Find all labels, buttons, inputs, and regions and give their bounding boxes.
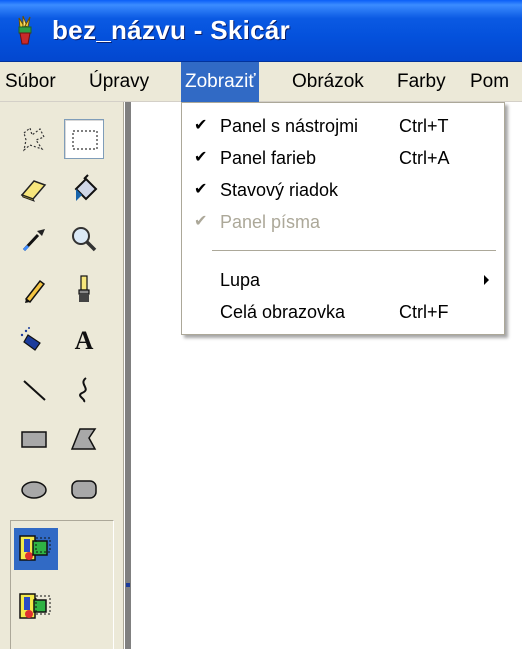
menu-file[interactable]: Súbor <box>1 62 60 102</box>
tool-eraser[interactable] <box>14 169 54 209</box>
tool-line[interactable] <box>14 369 54 409</box>
transparent-selection-icon <box>19 593 51 619</box>
tool-airbrush[interactable] <box>14 319 54 359</box>
tool-fill[interactable] <box>64 169 104 209</box>
menu-item-tool-box[interactable]: ✔ Panel s nástrojmi Ctrl+T <box>182 112 504 140</box>
rounded-rectangle-icon <box>71 480 97 499</box>
opaque-selection-icon <box>19 535 51 561</box>
tool-box: A <box>0 102 124 649</box>
rectangle-select-icon <box>72 130 98 150</box>
paint-app-icon[interactable] <box>10 14 42 46</box>
checkmark-icon: ✔ <box>194 149 208 166</box>
svg-text:A: A <box>75 326 94 355</box>
menu-item-label: Stavový riadok <box>220 180 339 200</box>
menu-item-zoom[interactable]: Lupa <box>182 266 504 294</box>
checkmark-icon: ✔ <box>194 213 208 230</box>
menu-colors[interactable]: Farby <box>393 62 450 102</box>
menu-separator <box>212 250 496 252</box>
polygon-icon <box>70 428 97 450</box>
line-icon <box>23 380 46 401</box>
view-menu-dropdown: ✔ Panel s nástrojmi Ctrl+T ✔ Panel farie… <box>181 102 505 335</box>
menu-item-label: Celá obrazovka <box>220 302 346 322</box>
tool-text[interactable]: A <box>64 319 104 359</box>
tool-rectangle-select[interactable] <box>64 119 104 159</box>
rectangle-icon <box>21 431 47 448</box>
tool-magnifier[interactable] <box>64 219 104 259</box>
checkmark-icon: ✔ <box>194 181 208 198</box>
text-icon: A <box>75 326 94 355</box>
tool-brush[interactable] <box>64 269 104 309</box>
submenu-arrow-icon <box>484 275 489 285</box>
tool-color-picker[interactable] <box>14 219 54 259</box>
tool-rectangle[interactable] <box>14 419 54 459</box>
tool-ellipse[interactable] <box>14 469 54 509</box>
menu-item-shortcut: Ctrl+A <box>399 148 450 168</box>
menu-view[interactable]: Zobraziť <box>181 62 260 102</box>
menu-help[interactable]: Pom <box>466 62 513 102</box>
fill-bucket-icon <box>74 174 98 201</box>
menu-bar: Súbor Úpravy Zobraziť Obrázok Farby Pom <box>0 62 522 102</box>
menu-item-status-bar[interactable]: ✔ Stavový riadok <box>182 176 504 204</box>
menu-image[interactable]: Obrázok <box>288 62 368 102</box>
menu-item-full-screen[interactable]: Celá obrazovka Ctrl+F <box>182 298 504 326</box>
tool-polygon[interactable] <box>64 419 104 459</box>
color-picker-icon <box>22 229 45 252</box>
menu-item-label: Panel farieb <box>220 148 317 168</box>
canvas-resize-handle[interactable] <box>126 583 130 587</box>
tool-free-form-select[interactable] <box>14 119 54 159</box>
free-form-select-icon <box>23 126 45 152</box>
checkmark-icon: ✔ <box>194 117 208 134</box>
menu-item-label: Panel s nástrojmi <box>220 116 359 136</box>
brush-icon <box>78 275 90 302</box>
menu-item-label: Lupa <box>220 270 261 290</box>
pencil-icon <box>24 279 46 304</box>
curve-icon <box>79 377 87 403</box>
airbrush-icon <box>20 327 41 351</box>
menu-item-label: Panel písma <box>220 212 321 232</box>
menu-item-color-box[interactable]: ✔ Panel farieb Ctrl+A <box>182 144 504 172</box>
title-bar[interactable]: bez_názvu - Skicár <box>0 0 522 62</box>
eraser-icon <box>20 180 47 202</box>
tool-curve[interactable] <box>64 369 104 409</box>
canvas-workspace-edge <box>125 102 131 649</box>
ellipse-icon <box>21 481 47 499</box>
tool-pencil[interactable] <box>14 269 54 309</box>
menu-item-text-toolbar: ✔ Panel písma <box>182 208 504 236</box>
tool-rounded-rectangle[interactable] <box>64 469 104 509</box>
menu-item-shortcut: Ctrl+F <box>399 302 449 322</box>
option-opaque-selection[interactable] <box>14 528 58 570</box>
option-transparent-selection[interactable] <box>14 586 58 628</box>
window-title: bez_názvu - Skicár <box>52 15 291 45</box>
menu-item-shortcut: Ctrl+T <box>399 116 449 136</box>
magnifier-icon <box>72 227 97 252</box>
menu-edit[interactable]: Úpravy <box>85 62 153 102</box>
